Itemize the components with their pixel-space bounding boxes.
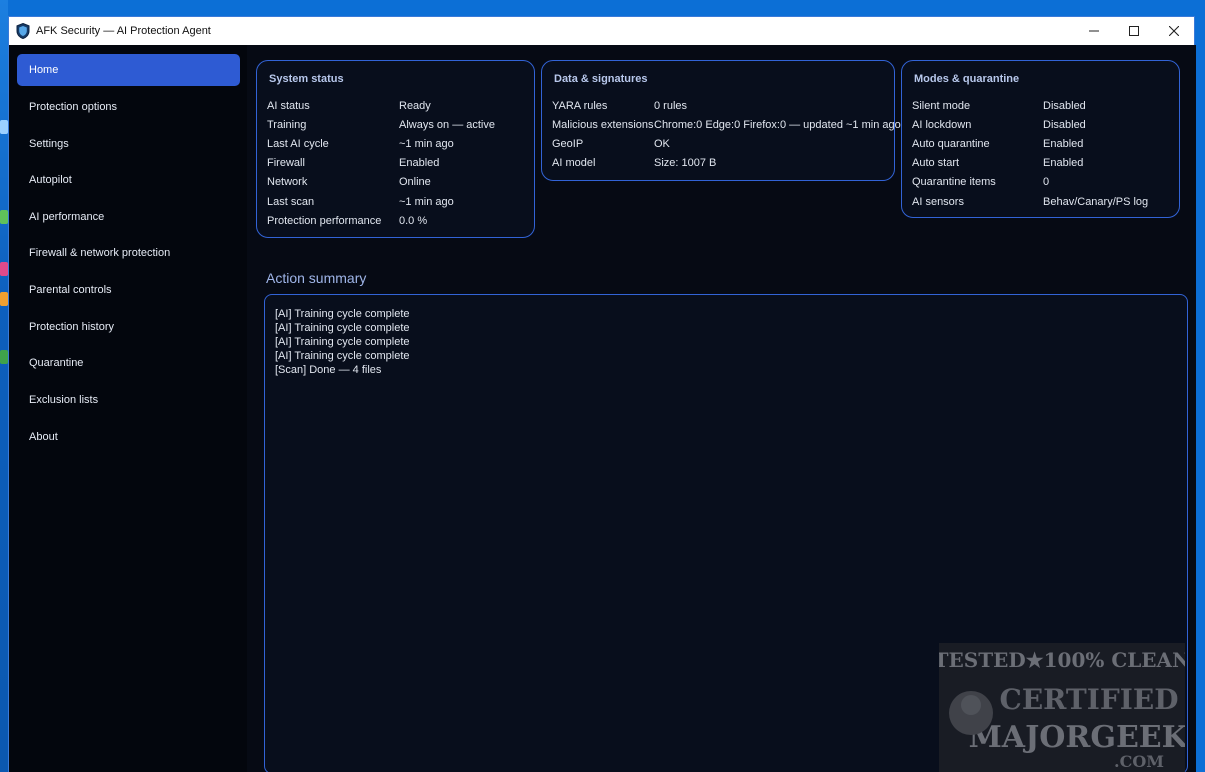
sidebar-item-label: About: [29, 431, 58, 443]
row-value: Disabled: [1043, 100, 1086, 112]
sidebar-item-label: Exclusion lists: [29, 394, 99, 406]
desktop-icon-fragment: [0, 292, 8, 306]
row-value: ~1 min ago: [399, 138, 454, 150]
sidebar-item-quarantine[interactable]: Quarantine: [17, 347, 240, 379]
maximize-button[interactable]: [1114, 17, 1154, 45]
card-title: System status: [269, 73, 344, 85]
sidebar-item-parental-controls[interactable]: Parental controls: [17, 274, 240, 306]
row-value: Enabled: [1043, 157, 1084, 169]
log-line: [AI] Training cycle complete: [275, 350, 410, 362]
row-value: 0: [1043, 176, 1050, 188]
log-line: [AI] Training cycle complete: [275, 322, 410, 334]
data-signatures-card: Data & signatures YARA rules 0 rules Mali…: [541, 60, 901, 181]
desktop-icon-fragment: [0, 350, 8, 364]
sidebar-item-label: Quarantine: [29, 357, 84, 369]
majorgeeks-watermark: TESTED★100% CLEAN CERTIFIED MAJORGEEKS .…: [939, 643, 1185, 772]
sidebar-item-ai-performance[interactable]: AI performance: [17, 201, 240, 233]
row-key: Last AI cycle: [267, 138, 329, 150]
svg-text:TESTED★100% CLEAN: TESTED★100% CLEAN: [939, 648, 1185, 672]
close-button[interactable]: [1154, 17, 1194, 45]
sidebar-item-settings[interactable]: Settings: [17, 128, 240, 160]
card-title: Data & signatures: [554, 73, 648, 85]
row-key: Training: [267, 119, 307, 131]
row-key: Network: [267, 176, 308, 188]
sidebar-item-home[interactable]: Home: [17, 54, 240, 86]
row-key: Firewall: [267, 157, 305, 169]
minimize-icon: [1089, 30, 1099, 32]
desktop-icon-fragment: [0, 120, 8, 134]
modes-quarantine-card: Modes & quarantine Silent mode Disabled A…: [901, 60, 1180, 218]
app-window: AFK Security — AI Protection Agent Home …: [8, 16, 1196, 772]
row-key: Auto start: [912, 157, 960, 169]
row-value: OK: [654, 138, 670, 150]
action-summary-title: Action summary: [266, 270, 367, 286]
row-key: YARA rules: [552, 100, 608, 112]
shield-icon: [16, 23, 30, 39]
row-key: AI model: [552, 157, 596, 169]
row-value: Behav/Canary/PS log: [1043, 196, 1149, 208]
system-status-card: System status AI status Ready Training Alw…: [256, 60, 535, 238]
row-value: Chrome:0 Edge:0 Firefox:0 — updated ~1 m…: [654, 119, 901, 131]
log-line: [Scan] Done — 4 files: [275, 364, 382, 376]
card-title: Modes & quarantine: [914, 73, 1020, 85]
title-bar[interactable]: AFK Security — AI Protection Agent: [9, 17, 1194, 45]
main-content: System status AI status Ready Training Alw…: [247, 45, 1196, 772]
svg-text:.COM: .COM: [1114, 752, 1164, 771]
close-icon: [1169, 26, 1179, 36]
row-value: Enabled: [399, 157, 440, 169]
maximize-icon: [1129, 26, 1139, 36]
row-key: GeoIP: [552, 138, 584, 150]
row-key: AI lockdown: [912, 119, 972, 131]
row-key: Auto quarantine: [912, 138, 990, 150]
row-value: 0 rules: [654, 100, 688, 112]
sidebar-item-autopilot[interactable]: Autopilot: [17, 164, 240, 196]
row-value: Enabled: [1043, 138, 1084, 150]
sidebar-item-label: AI performance: [29, 211, 105, 223]
sidebar-item-label: Firewall & network protection: [29, 247, 171, 259]
row-key: Malicious extensions: [552, 119, 654, 131]
sidebar-item-label: Protection history: [29, 321, 114, 333]
log-line: [AI] Training cycle complete: [275, 336, 410, 348]
row-value: Size: 1007 B: [654, 157, 717, 169]
row-value: Always on — active: [399, 119, 495, 131]
row-key: Quarantine items: [912, 176, 996, 188]
row-key: AI sensors: [912, 196, 964, 208]
row-key: Silent mode: [912, 100, 971, 112]
row-key: Last scan: [267, 196, 315, 208]
sidebar-item-about[interactable]: About: [17, 421, 240, 453]
svg-text:MAJORGEEKS: MAJORGEEKS: [969, 720, 1185, 755]
desktop-icon-fragment: [0, 262, 8, 276]
sidebar-item-label: Home: [29, 64, 59, 76]
sidebar-item-exclusion-lists[interactable]: Exclusion lists: [17, 384, 240, 416]
sidebar-item-protection-options[interactable]: Protection options: [17, 91, 240, 123]
sidebar-item-label: Settings: [29, 138, 69, 150]
sidebar-item-firewall[interactable]: Firewall & network protection: [17, 237, 240, 269]
row-value: Online: [399, 176, 431, 188]
row-key: Protection performance: [267, 215, 382, 227]
row-value: Disabled: [1043, 119, 1086, 131]
sidebar-item-label: Parental controls: [29, 284, 112, 296]
log-line: [AI] Training cycle complete: [275, 308, 410, 320]
sidebar: Home Protection options Settings Autopil…: [9, 45, 247, 772]
desktop-background: [0, 0, 8, 772]
window-title: AFK Security — AI Protection Agent: [36, 25, 211, 37]
row-value: ~1 min ago: [399, 196, 454, 208]
sidebar-item-label: Autopilot: [29, 174, 72, 186]
svg-text:CERTIFIED: CERTIFIED: [1000, 683, 1179, 716]
desktop-icon-fragment: [0, 210, 8, 224]
row-value: 0.0 %: [399, 215, 428, 227]
minimize-button[interactable]: [1074, 17, 1114, 45]
sidebar-item-protection-history[interactable]: Protection history: [17, 311, 240, 343]
row-value: Ready: [399, 100, 431, 112]
row-key: AI status: [267, 100, 310, 112]
sidebar-item-label: Protection options: [29, 101, 118, 113]
